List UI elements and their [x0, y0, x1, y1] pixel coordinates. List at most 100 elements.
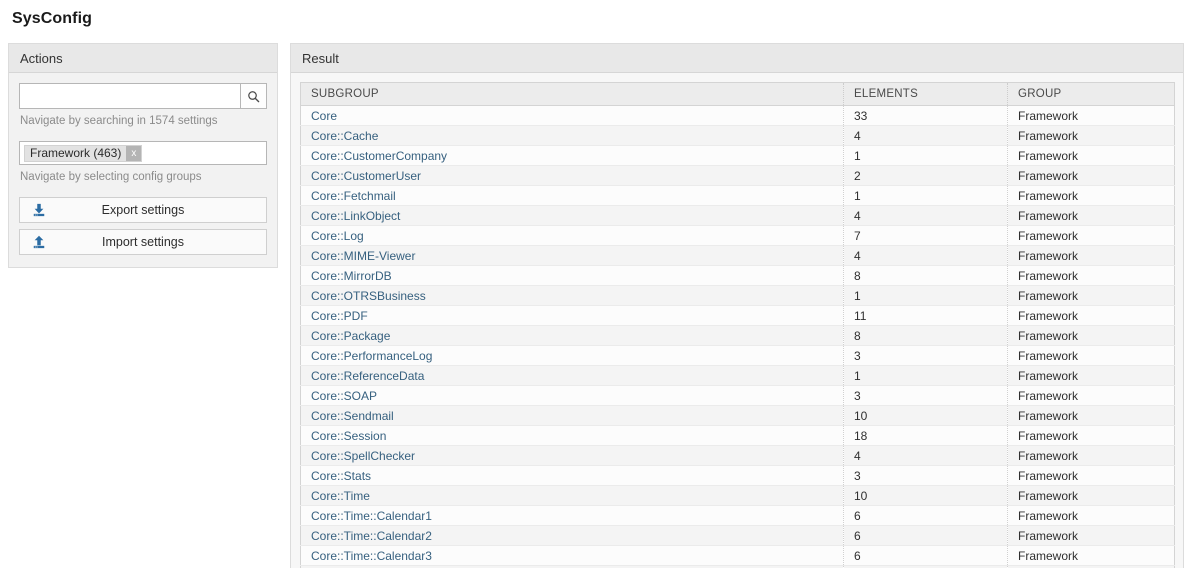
subgroup-link[interactable]: Core::ReferenceData [311, 369, 424, 383]
table-row: Core::Log 7 Framework [300, 225, 1175, 246]
subgroup-link[interactable]: Core::Package [311, 329, 390, 343]
cell-group: Framework [1007, 505, 1175, 526]
import-settings-button[interactable]: Import settings [19, 229, 267, 255]
cell-group: Framework [1007, 385, 1175, 406]
result-panel-header: Result [291, 44, 1183, 73]
subgroup-link[interactable]: Core::Stats [311, 469, 371, 483]
cell-elements: 2 [843, 165, 1008, 186]
table-row: Core::Time::Calendar1 6 Framework [300, 505, 1175, 526]
cell-elements: 1 [843, 185, 1008, 206]
cell-group: Framework [1007, 545, 1175, 566]
cell-elements: 10 [843, 485, 1008, 506]
table-row: Core 33 Framework [300, 105, 1175, 126]
actions-panel: Actions Navigate by searching in 1574 se… [8, 43, 278, 268]
subgroup-link[interactable]: Core::Time::Calendar1 [311, 509, 432, 523]
cell-subgroup: Core::Stats [300, 465, 844, 486]
subgroup-link[interactable]: Core::CustomerCompany [311, 149, 447, 163]
cell-group: Framework [1007, 345, 1175, 366]
cell-group: Framework [1007, 445, 1175, 466]
cell-subgroup: Core::Time::Calendar3 [300, 545, 844, 566]
group-filter-chip[interactable]: Framework (463) x [24, 144, 143, 162]
table-row: Core::Time::Calendar3 6 Framework [300, 545, 1175, 566]
cell-elements: 11 [843, 305, 1008, 326]
group-filter-remove-icon[interactable]: x [126, 145, 142, 161]
cell-subgroup: Core::Sendmail [300, 405, 844, 426]
search-icon [247, 90, 260, 103]
cell-group: Framework [1007, 325, 1175, 346]
cell-group: Framework [1007, 365, 1175, 386]
cell-elements: 4 [843, 445, 1008, 466]
cell-subgroup: Core::LinkObject [300, 205, 844, 226]
subgroup-link[interactable]: Core::Time [311, 489, 370, 503]
subgroup-link[interactable]: Core::MirrorDB [311, 269, 392, 283]
subgroup-link[interactable]: Core::Time::Calendar3 [311, 549, 432, 563]
subgroup-link[interactable]: Core::PDF [311, 309, 368, 323]
subgroup-link[interactable]: Core::SpellChecker [311, 449, 415, 463]
cell-subgroup: Core::SOAP [300, 385, 844, 406]
column-header-group[interactable]: GROUP [1007, 82, 1175, 106]
table-row: Core::SOAP 3 Framework [300, 385, 1175, 406]
subgroup-link[interactable]: Core::SOAP [311, 389, 377, 403]
subgroup-link[interactable]: Core::Session [311, 429, 386, 443]
cell-subgroup: Core::PerformanceLog [300, 345, 844, 366]
cell-group: Framework [1007, 165, 1175, 186]
subgroup-link[interactable]: Core::MIME-Viewer [311, 249, 415, 263]
actions-panel-body: Navigate by searching in 1574 settings F… [9, 73, 277, 267]
cell-elements: 6 [843, 525, 1008, 546]
table-row: Core::CustomerUser 2 Framework [300, 165, 1175, 186]
group-filter-chip-label: Framework (463) [30, 145, 122, 160]
cell-group: Framework [1007, 465, 1175, 486]
search-submit-button[interactable] [240, 83, 267, 109]
table-row: Core::SpellChecker 4 Framework [300, 445, 1175, 466]
search-row [19, 83, 267, 109]
subgroup-link[interactable]: Core::Time::Calendar2 [311, 529, 432, 543]
cell-elements: 10 [843, 405, 1008, 426]
cell-subgroup: Core::CustomerCompany [300, 145, 844, 166]
column-header-elements[interactable]: ELEMENTS [843, 82, 1008, 106]
subgroup-link[interactable]: Core::OTRSBusiness [311, 289, 426, 303]
cell-subgroup: Core::CustomerUser [300, 165, 844, 186]
cell-elements: 6 [843, 505, 1008, 526]
cell-group: Framework [1007, 125, 1175, 146]
subgroup-link[interactable]: Core::Fetchmail [311, 189, 396, 203]
cell-subgroup: Core::Fetchmail [300, 185, 844, 206]
table-row: Core::Time 10 Framework [300, 485, 1175, 506]
cell-subgroup: Core::OTRSBusiness [300, 285, 844, 306]
column-header-subgroup[interactable]: SUBGROUP [300, 82, 844, 106]
cell-elements: 3 [843, 385, 1008, 406]
cell-group: Framework [1007, 485, 1175, 506]
subgroup-link[interactable]: Core [311, 109, 337, 123]
cell-elements: 33 [843, 105, 1008, 126]
import-settings-label: Import settings [102, 235, 184, 249]
subgroup-link[interactable]: Core::Cache [311, 129, 378, 143]
cell-subgroup: Core::Package [300, 325, 844, 346]
cell-subgroup: Core::Time::Calendar2 [300, 525, 844, 546]
table-row: Core::MIME-Viewer 4 Framework [300, 245, 1175, 266]
subgroup-link[interactable]: Core::Sendmail [311, 409, 394, 423]
subgroup-link[interactable]: Core::Log [311, 229, 364, 243]
subgroup-link[interactable]: Core::LinkObject [311, 209, 400, 223]
cell-group: Framework [1007, 145, 1175, 166]
page-title: SysConfig [12, 10, 93, 27]
cell-group: Framework [1007, 305, 1175, 326]
cell-elements: 4 [843, 125, 1008, 146]
subgroup-link[interactable]: Core::CustomerUser [311, 169, 421, 183]
cell-group: Framework [1007, 405, 1175, 426]
table-row: Core::PerformanceLog 3 Framework [300, 345, 1175, 366]
cell-group: Framework [1007, 225, 1175, 246]
result-panel-body: SUBGROUP ELEMENTS GROUP Core 33 Framework C… [291, 73, 1183, 568]
table-head: SUBGROUP ELEMENTS GROUP [300, 82, 1175, 106]
cell-group: Framework [1007, 425, 1175, 446]
export-settings-label: Export settings [101, 203, 185, 217]
table-row: Core::Package 8 Framework [300, 325, 1175, 346]
export-settings-button[interactable]: Export settings [19, 197, 267, 223]
cell-subgroup: Core [300, 105, 844, 126]
search-input[interactable] [19, 83, 240, 109]
cell-subgroup: Core::MirrorDB [300, 265, 844, 286]
search-hint: Navigate by searching in 1574 settings [20, 115, 218, 127]
subgroup-link[interactable]: Core::PerformanceLog [311, 349, 432, 363]
cell-subgroup: Core::Cache [300, 125, 844, 146]
cell-subgroup: Core::ReferenceData [300, 365, 844, 386]
table-row: Core::LinkObject 4 Framework [300, 205, 1175, 226]
group-filter-box[interactable]: Framework (463) x [19, 141, 267, 165]
